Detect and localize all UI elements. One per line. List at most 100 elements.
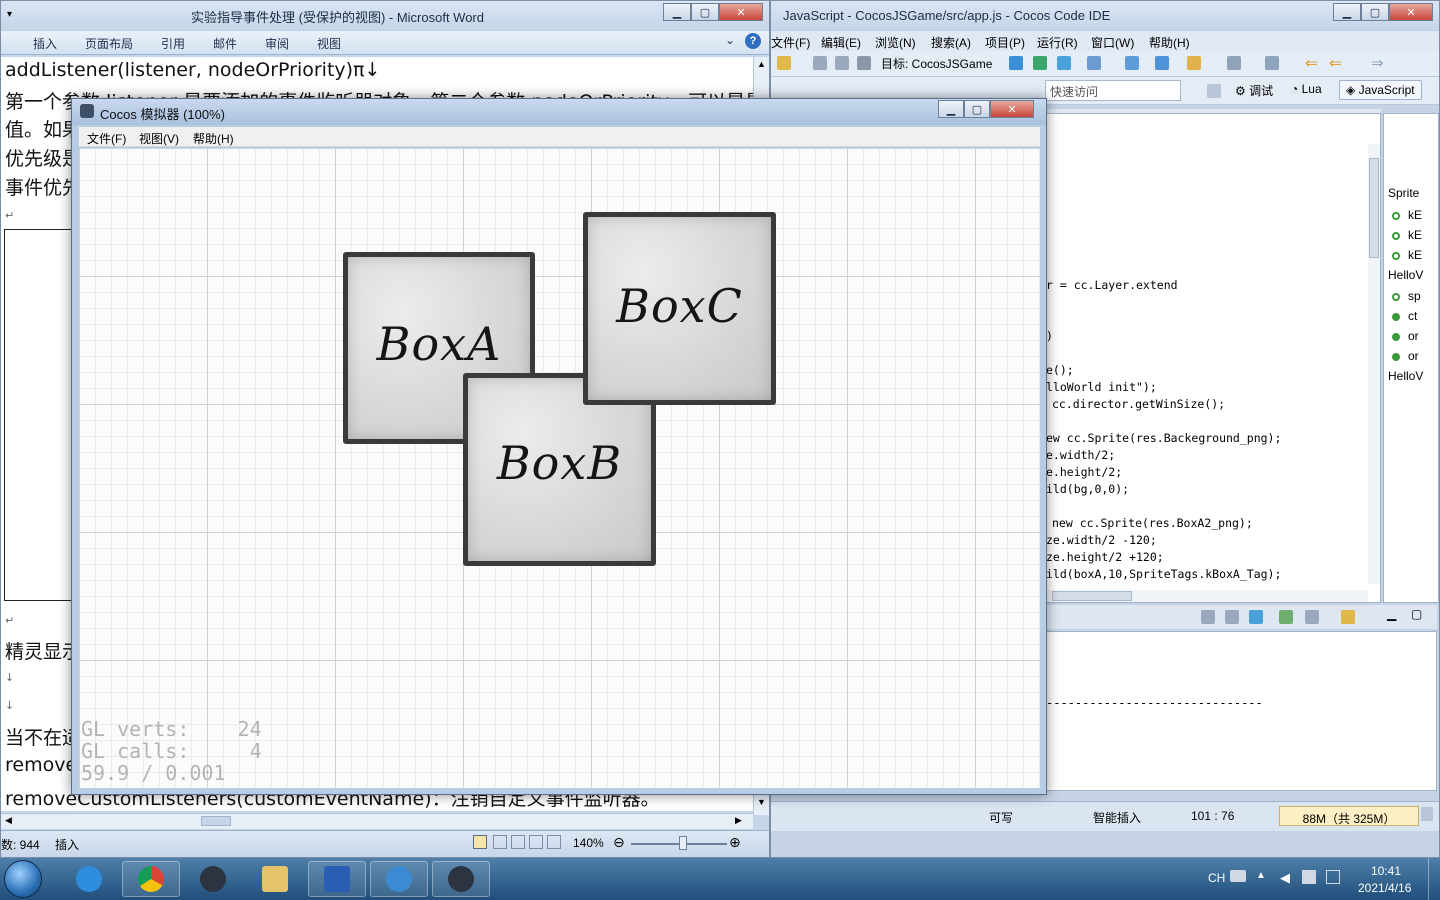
tab-references[interactable]: 引用 bbox=[161, 35, 185, 52]
outline-header[interactable]: Sprite bbox=[1388, 186, 1419, 200]
clock-date[interactable]: 2021/4/16 bbox=[1358, 881, 1411, 895]
next-annotation-icon[interactable] bbox=[1227, 56, 1241, 70]
perspective-javascript[interactable]: ◈ JavaScript bbox=[1339, 80, 1422, 100]
help-icon[interactable]: ? bbox=[745, 33, 761, 49]
tab-review[interactable]: 审阅 bbox=[265, 35, 289, 52]
word-title-bar[interactable]: ▾ 实验指导事件处理 (受保护的视图) - Microsoft Word ▁ ▢… bbox=[1, 1, 769, 31]
menu-project[interactable]: 项目(P) bbox=[985, 34, 1025, 51]
zoom-in-icon[interactable]: ⊕ bbox=[729, 834, 741, 851]
refresh-icon[interactable] bbox=[1125, 56, 1139, 70]
menu-search[interactable]: 搜索(A) bbox=[931, 34, 971, 51]
close-icon[interactable]: ✕ bbox=[719, 3, 763, 21]
zoom-out-icon[interactable]: ⊖ bbox=[613, 834, 625, 851]
file-explorer-icon[interactable] bbox=[246, 861, 304, 897]
heap-status[interactable]: 88M（共 325M） bbox=[1279, 806, 1419, 826]
input-language[interactable]: CH bbox=[1208, 871, 1225, 885]
tab-insert[interactable]: 插入 bbox=[33, 35, 57, 52]
search-icon[interactable] bbox=[1155, 56, 1169, 70]
word-menu-icon[interactable]: ▾ bbox=[7, 9, 12, 20]
new-file-icon[interactable] bbox=[777, 56, 791, 70]
outline-item[interactable]: kE bbox=[1392, 248, 1422, 262]
outline-item[interactable]: sp bbox=[1392, 289, 1421, 303]
menu-window[interactable]: 窗口(W) bbox=[1091, 34, 1134, 51]
run-icon[interactable] bbox=[1187, 56, 1201, 70]
back-dropdown-icon[interactable]: ⇐ bbox=[1329, 54, 1342, 72]
keyboard-icon[interactable] bbox=[1230, 870, 1246, 882]
editor-vertical-scrollbar[interactable] bbox=[1368, 144, 1380, 584]
forward-icon[interactable]: ⇒ bbox=[1371, 54, 1384, 72]
draft-view-icon[interactable] bbox=[547, 835, 561, 849]
scroll-down-icon[interactable]: ▼ bbox=[757, 797, 766, 807]
menu-edit[interactable]: 编辑(E) bbox=[821, 34, 861, 51]
tab-mailings[interactable]: 邮件 bbox=[213, 35, 237, 52]
simulator-title-bar[interactable]: Cocos 模拟器 (100%) ▁ ▢ ✕ bbox=[72, 99, 1046, 125]
word-horizontal-scrollbar[interactable]: ◀ ▶ bbox=[1, 813, 753, 829]
show-hidden-icons[interactable]: ▲ bbox=[1256, 870, 1266, 881]
menu-file[interactable]: 文件(F) bbox=[771, 34, 810, 51]
editor-hscroll-thumb[interactable] bbox=[1052, 591, 1132, 601]
internet-explorer-icon[interactable] bbox=[60, 861, 118, 897]
close-icon[interactable]: ✕ bbox=[990, 100, 1034, 118]
outline-item[interactable]: or bbox=[1392, 329, 1419, 343]
target-label[interactable]: 目标: CocosJSGame bbox=[881, 55, 992, 72]
code-editor[interactable]: r = cc.Layer.extend ) e(); lloWorld init… bbox=[1041, 113, 1381, 603]
word-count[interactable]: 数: 944 bbox=[1, 836, 40, 853]
tab-page-layout[interactable]: 页面布局 bbox=[85, 35, 133, 52]
editor-scroll-thumb[interactable] bbox=[1369, 158, 1379, 258]
garbage-collect-icon[interactable] bbox=[1421, 807, 1433, 821]
outline-item[interactable]: kE bbox=[1392, 208, 1422, 222]
outline-header[interactable]: HelloV bbox=[1388, 268, 1423, 282]
outline-item[interactable]: ct bbox=[1392, 309, 1417, 323]
scroll-right-icon[interactable]: ▶ bbox=[735, 815, 742, 826]
build-icon[interactable] bbox=[1009, 56, 1023, 70]
editor-horizontal-scrollbar[interactable] bbox=[1042, 590, 1368, 602]
web-layout-icon[interactable] bbox=[511, 835, 525, 849]
scroll-up-icon[interactable]: ▲ bbox=[757, 59, 766, 69]
open-console-icon[interactable] bbox=[1279, 610, 1293, 624]
word-icon[interactable] bbox=[308, 861, 366, 897]
deploy-icon[interactable] bbox=[1033, 56, 1047, 70]
sim-menu-view[interactable]: 视图(V) bbox=[139, 130, 179, 147]
menu-run[interactable]: 运行(R) bbox=[1037, 34, 1078, 51]
quick-access-input[interactable]: 快速访问 bbox=[1045, 80, 1181, 101]
maximize-icon[interactable]: ▢ bbox=[691, 3, 719, 21]
close-icon[interactable]: ✕ bbox=[1389, 3, 1433, 21]
maximize-icon[interactable]: ▢ bbox=[964, 100, 990, 118]
perspective-lua[interactable]: ◔ Lua bbox=[1291, 82, 1322, 96]
menu-help[interactable]: 帮助(H) bbox=[1149, 34, 1190, 51]
tools-icon[interactable] bbox=[1057, 56, 1071, 70]
start-orb-icon[interactable] bbox=[4, 860, 42, 898]
open-perspective-icon[interactable] bbox=[1207, 84, 1221, 98]
outline-item[interactable]: or bbox=[1392, 349, 1419, 363]
print-icon[interactable] bbox=[857, 56, 871, 70]
display-console-icon[interactable] bbox=[1305, 610, 1319, 624]
full-screen-reading-icon[interactable] bbox=[493, 835, 507, 849]
show-desktop-button[interactable] bbox=[1428, 858, 1440, 900]
minimize-icon[interactable]: ▁ bbox=[938, 100, 964, 118]
scroll-thumb[interactable] bbox=[201, 816, 231, 826]
outline-item[interactable]: kE bbox=[1392, 228, 1422, 242]
network-icon[interactable] bbox=[1302, 870, 1316, 884]
perspective-debug[interactable]: ⚙ 调试 bbox=[1235, 82, 1273, 99]
cocos-simulator-icon[interactable] bbox=[432, 861, 490, 897]
sync-icon[interactable] bbox=[1087, 56, 1101, 70]
game-canvas[interactable]: BoxA BoxB BoxC GL verts: 24 GL calls: 4 … bbox=[79, 148, 1040, 788]
zoom-level[interactable]: 140% bbox=[573, 836, 604, 850]
ribbon-collapse-icon[interactable]: ⌄ bbox=[725, 33, 735, 47]
save-icon[interactable] bbox=[813, 56, 827, 70]
volume-icon[interactable]: ◀ bbox=[1280, 870, 1290, 886]
sim-menu-file[interactable]: 文件(F) bbox=[87, 130, 126, 147]
ide-title-bar[interactable]: JavaScript - CocosJSGame/src/app.js - Co… bbox=[771, 1, 1439, 31]
sim-menu-help[interactable]: 帮助(H) bbox=[193, 130, 234, 147]
nox-icon[interactable] bbox=[184, 861, 242, 897]
cocos-code-ide-icon[interactable] bbox=[370, 861, 428, 897]
chrome-icon[interactable] bbox=[122, 861, 180, 897]
box-c-sprite[interactable]: BoxC bbox=[583, 212, 776, 405]
maximize-icon[interactable]: ▢ bbox=[1361, 3, 1389, 21]
maximize-view-icon[interactable]: ▢ bbox=[1411, 607, 1422, 621]
new-console-icon[interactable] bbox=[1341, 610, 1355, 624]
minimize-icon[interactable]: ▁ bbox=[663, 3, 691, 21]
scroll-left-icon[interactable]: ◀ bbox=[5, 815, 12, 826]
clear-console-icon[interactable] bbox=[1201, 610, 1215, 624]
pin-console-icon[interactable] bbox=[1249, 610, 1263, 624]
